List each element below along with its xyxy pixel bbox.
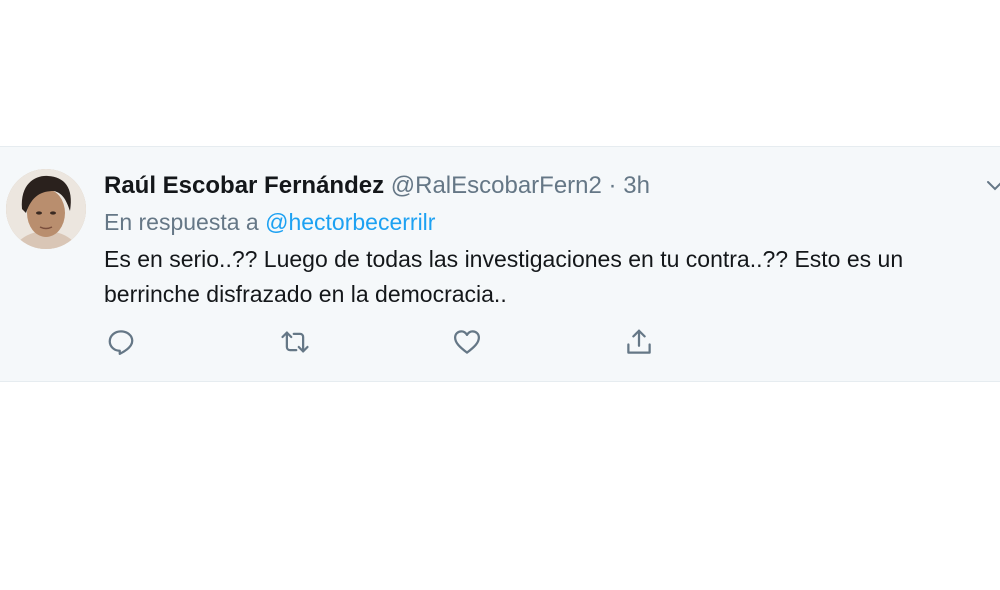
- tweet-card[interactable]: Raúl Escobar Fernández @RalEscobarFern2 …: [0, 146, 1000, 382]
- avatar[interactable]: [6, 169, 86, 249]
- author-handle[interactable]: @RalEscobarFern2: [391, 172, 602, 199]
- retweet-button[interactable]: [278, 325, 312, 359]
- tweet-timestamp[interactable]: 3h: [623, 172, 650, 199]
- tweet-header: Raúl Escobar Fernández @RalEscobarFern2 …: [104, 171, 650, 201]
- reply-prefix: En respuesta a: [104, 209, 259, 235]
- reply-context: En respuesta a @hectorbecerrilr: [104, 207, 435, 237]
- share-icon: [627, 329, 651, 354]
- share-button[interactable]: [622, 325, 656, 359]
- chevron-down-icon[interactable]: [986, 177, 1000, 195]
- author-name[interactable]: Raúl Escobar Fernández: [104, 172, 384, 199]
- tweet-text: Es en serio..?? Luego de todas las inves…: [104, 246, 904, 307]
- reply-icon: [108, 330, 134, 355]
- avatar-image: [6, 169, 86, 249]
- reply-mention-link[interactable]: @hectorbecerrilr: [265, 209, 435, 235]
- like-icon: [454, 330, 480, 354]
- like-button[interactable]: [450, 325, 484, 359]
- reply-button[interactable]: [104, 325, 138, 359]
- tweet-actions: [104, 325, 804, 359]
- retweet-icon: [281, 331, 309, 353]
- separator-dot: ·: [608, 172, 617, 199]
